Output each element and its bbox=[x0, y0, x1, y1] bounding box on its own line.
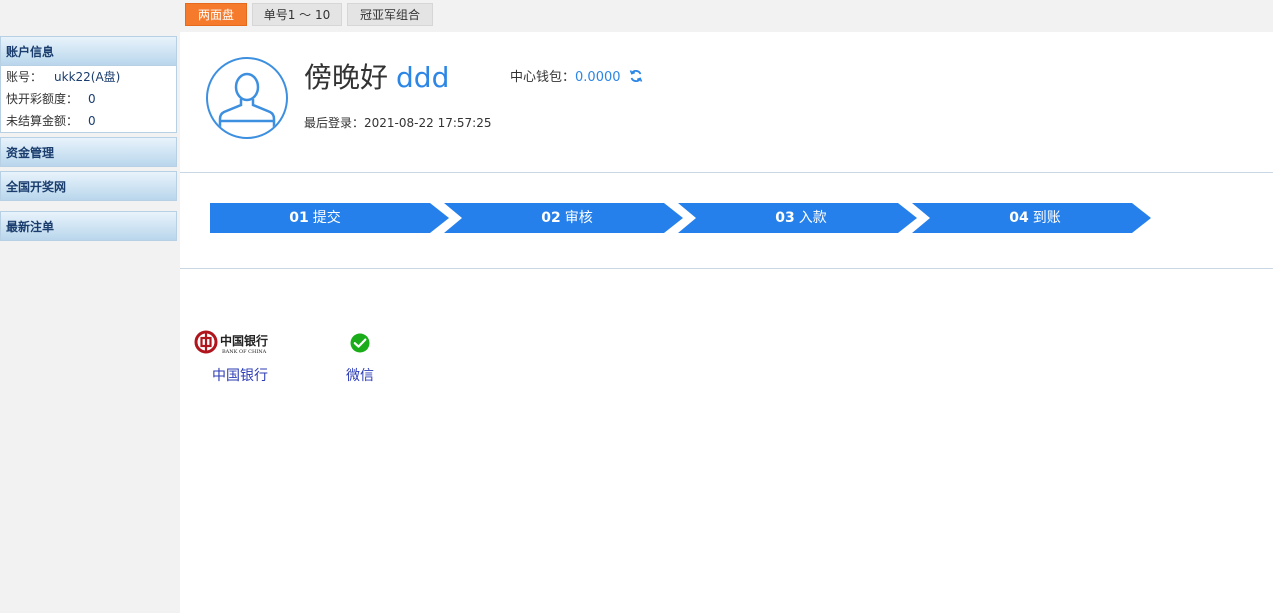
greeting-text: 傍晚好 bbox=[304, 61, 389, 94]
last-login-time: 2021-08-22 17:57:25 bbox=[364, 116, 492, 130]
avatar bbox=[206, 57, 288, 139]
last-login-label: 最后登录： bbox=[304, 116, 365, 130]
wechat-icon bbox=[350, 333, 370, 353]
account-value: ukk22(A盘) bbox=[54, 70, 121, 84]
divider bbox=[180, 172, 1273, 173]
sidebar-header-latest-bets[interactable]: 最新注单 bbox=[0, 211, 177, 241]
deposit-steps: 01 提交 02 审核 03 入款 04 到账 bbox=[210, 203, 1151, 233]
step-text: 审核 bbox=[564, 210, 593, 226]
account-info-panel: 账号： ukk22(A盘) 快开彩额度： 0 未结算金额： 0 bbox=[0, 66, 177, 133]
step-number: 02 bbox=[541, 210, 561, 226]
username: ddd bbox=[396, 61, 450, 94]
account-row-unsettled: 未结算金额： 0 bbox=[6, 111, 96, 131]
step-label: 04 到账 bbox=[930, 203, 1140, 233]
wallet-label: 中心钱包： bbox=[510, 70, 576, 85]
step-number: 04 bbox=[1009, 210, 1029, 226]
step-4: 04 到账 bbox=[912, 203, 1151, 233]
step-3: 03 入款 bbox=[678, 203, 917, 233]
step-label: 03 入款 bbox=[696, 203, 906, 233]
user-icon bbox=[218, 72, 276, 137]
step-2: 02 审核 bbox=[444, 203, 683, 233]
central-wallet: 中心钱包：0.0000 bbox=[510, 66, 643, 87]
sidebar-header-funds[interactable]: 资金管理 bbox=[0, 137, 177, 167]
sidebar: 账户信息 账号： ukk22(A盘) 快开彩额度： 0 未结算金额： 0 资金管理 全… bbox=[0, 0, 180, 613]
app-root: 账户信息 账号： ukk22(A盘) 快开彩额度： 0 未结算金额： 0 资金管理 全… bbox=[0, 0, 1273, 613]
step-label: 01 提交 bbox=[210, 203, 420, 233]
divider bbox=[180, 268, 1273, 269]
account-label: 账号： bbox=[6, 70, 43, 84]
step-number: 03 bbox=[775, 210, 795, 226]
greeting: 傍晚好 ddd bbox=[304, 56, 449, 96]
tab-single-number[interactable]: 单号1 ～ 10 bbox=[252, 3, 342, 26]
step-text: 入款 bbox=[798, 210, 827, 226]
payment-name: 微信 bbox=[346, 368, 374, 384]
top-tab-bar: 两面盘 单号1 ～ 10 冠亚军组合 bbox=[180, 0, 1273, 32]
bank-logo-text: 中国银行 bbox=[220, 333, 268, 348]
last-login: 最后登录：2021-08-22 17:57:25 bbox=[304, 114, 491, 131]
step-number: 01 bbox=[289, 210, 309, 226]
wallet-amount: 0.0000 bbox=[575, 70, 621, 85]
payment-bank-of-china[interactable]: 中国银行 BANK OF CHINA 中国银行 bbox=[180, 327, 300, 387]
credit-label: 快开彩额度： bbox=[6, 92, 79, 106]
unsettled-label: 未结算金额： bbox=[6, 114, 79, 128]
bank-of-china-logo: 中国银行 BANK OF CHINA bbox=[194, 330, 268, 355]
account-row-username: 账号： ukk22(A盘) bbox=[6, 67, 120, 87]
refresh-icon[interactable] bbox=[629, 69, 643, 87]
account-row-credit: 快开彩额度： 0 bbox=[6, 89, 96, 109]
step-text: 到账 bbox=[1032, 210, 1061, 226]
sidebar-header-lottery-results[interactable]: 全国开奖网 bbox=[0, 171, 177, 201]
step-label: 02 审核 bbox=[462, 203, 672, 233]
step-1: 01 提交 bbox=[210, 203, 449, 233]
payment-wechat[interactable]: 微信 bbox=[300, 327, 420, 387]
payment-name: 中国银行 bbox=[212, 368, 268, 384]
credit-value: 0 bbox=[88, 92, 96, 106]
tab-champion-combo[interactable]: 冠亚军组合 bbox=[347, 3, 433, 26]
tab-two-sides[interactable]: 两面盘 bbox=[185, 3, 247, 26]
bank-logo-subtext: BANK OF CHINA bbox=[222, 349, 267, 355]
sidebar-header-account-info[interactable]: 账户信息 bbox=[0, 36, 177, 66]
main-content: 傍晚好 ddd 最后登录：2021-08-22 17:57:25 中心钱包：0.0… bbox=[180, 32, 1273, 613]
unsettled-value: 0 bbox=[88, 114, 96, 128]
step-text: 提交 bbox=[312, 210, 341, 226]
